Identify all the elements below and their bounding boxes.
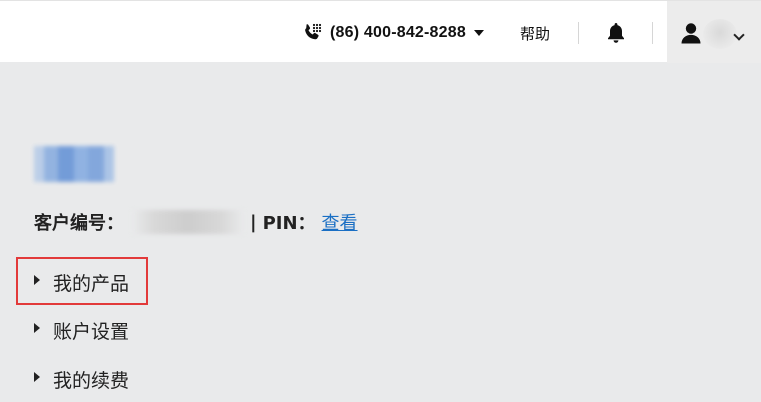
account-name-redacted bbox=[30, 146, 124, 182]
phone-icon bbox=[305, 23, 322, 40]
divider bbox=[578, 22, 579, 44]
top-navigation-bar: (86) 400-842-8288 帮助 bbox=[0, 0, 761, 63]
phone-contact-dropdown[interactable]: (86) 400-842-8288 bbox=[300, 19, 484, 47]
view-pin-link[interactable]: 查看 bbox=[322, 209, 358, 235]
customer-id-redacted bbox=[132, 210, 244, 234]
menu-item-account-settings[interactable]: 账户设置 bbox=[34, 316, 129, 344]
help-link[interactable]: 帮助 bbox=[520, 23, 550, 44]
menu-item-label: 我的产品 bbox=[53, 272, 130, 295]
bell-icon[interactable] bbox=[605, 21, 627, 45]
menu-item-my-products[interactable]: 我的产品 bbox=[34, 268, 129, 296]
caret-right-icon bbox=[34, 323, 40, 333]
caret-down-icon bbox=[473, 30, 484, 36]
customer-id-label: 客户编号： bbox=[34, 213, 124, 234]
user-icon bbox=[681, 23, 701, 44]
customer-info-row: 客户编号： | PIN： 查看 bbox=[34, 209, 358, 235]
pin-label: PIN： bbox=[262, 213, 316, 234]
menu-item-label: 我的续费 bbox=[53, 369, 130, 392]
menu-item-label: 账户设置 bbox=[53, 320, 130, 343]
phone-number: (86) 400-842-8288 bbox=[330, 24, 466, 41]
divider bbox=[652, 22, 653, 44]
separator: | bbox=[250, 211, 257, 233]
account-menu[interactable] bbox=[667, 1, 761, 63]
caret-right-icon bbox=[34, 275, 40, 285]
menu-item-my-renewals[interactable]: 我的续费 bbox=[34, 365, 129, 393]
caret-right-icon bbox=[34, 372, 40, 382]
avatar bbox=[703, 19, 737, 49]
